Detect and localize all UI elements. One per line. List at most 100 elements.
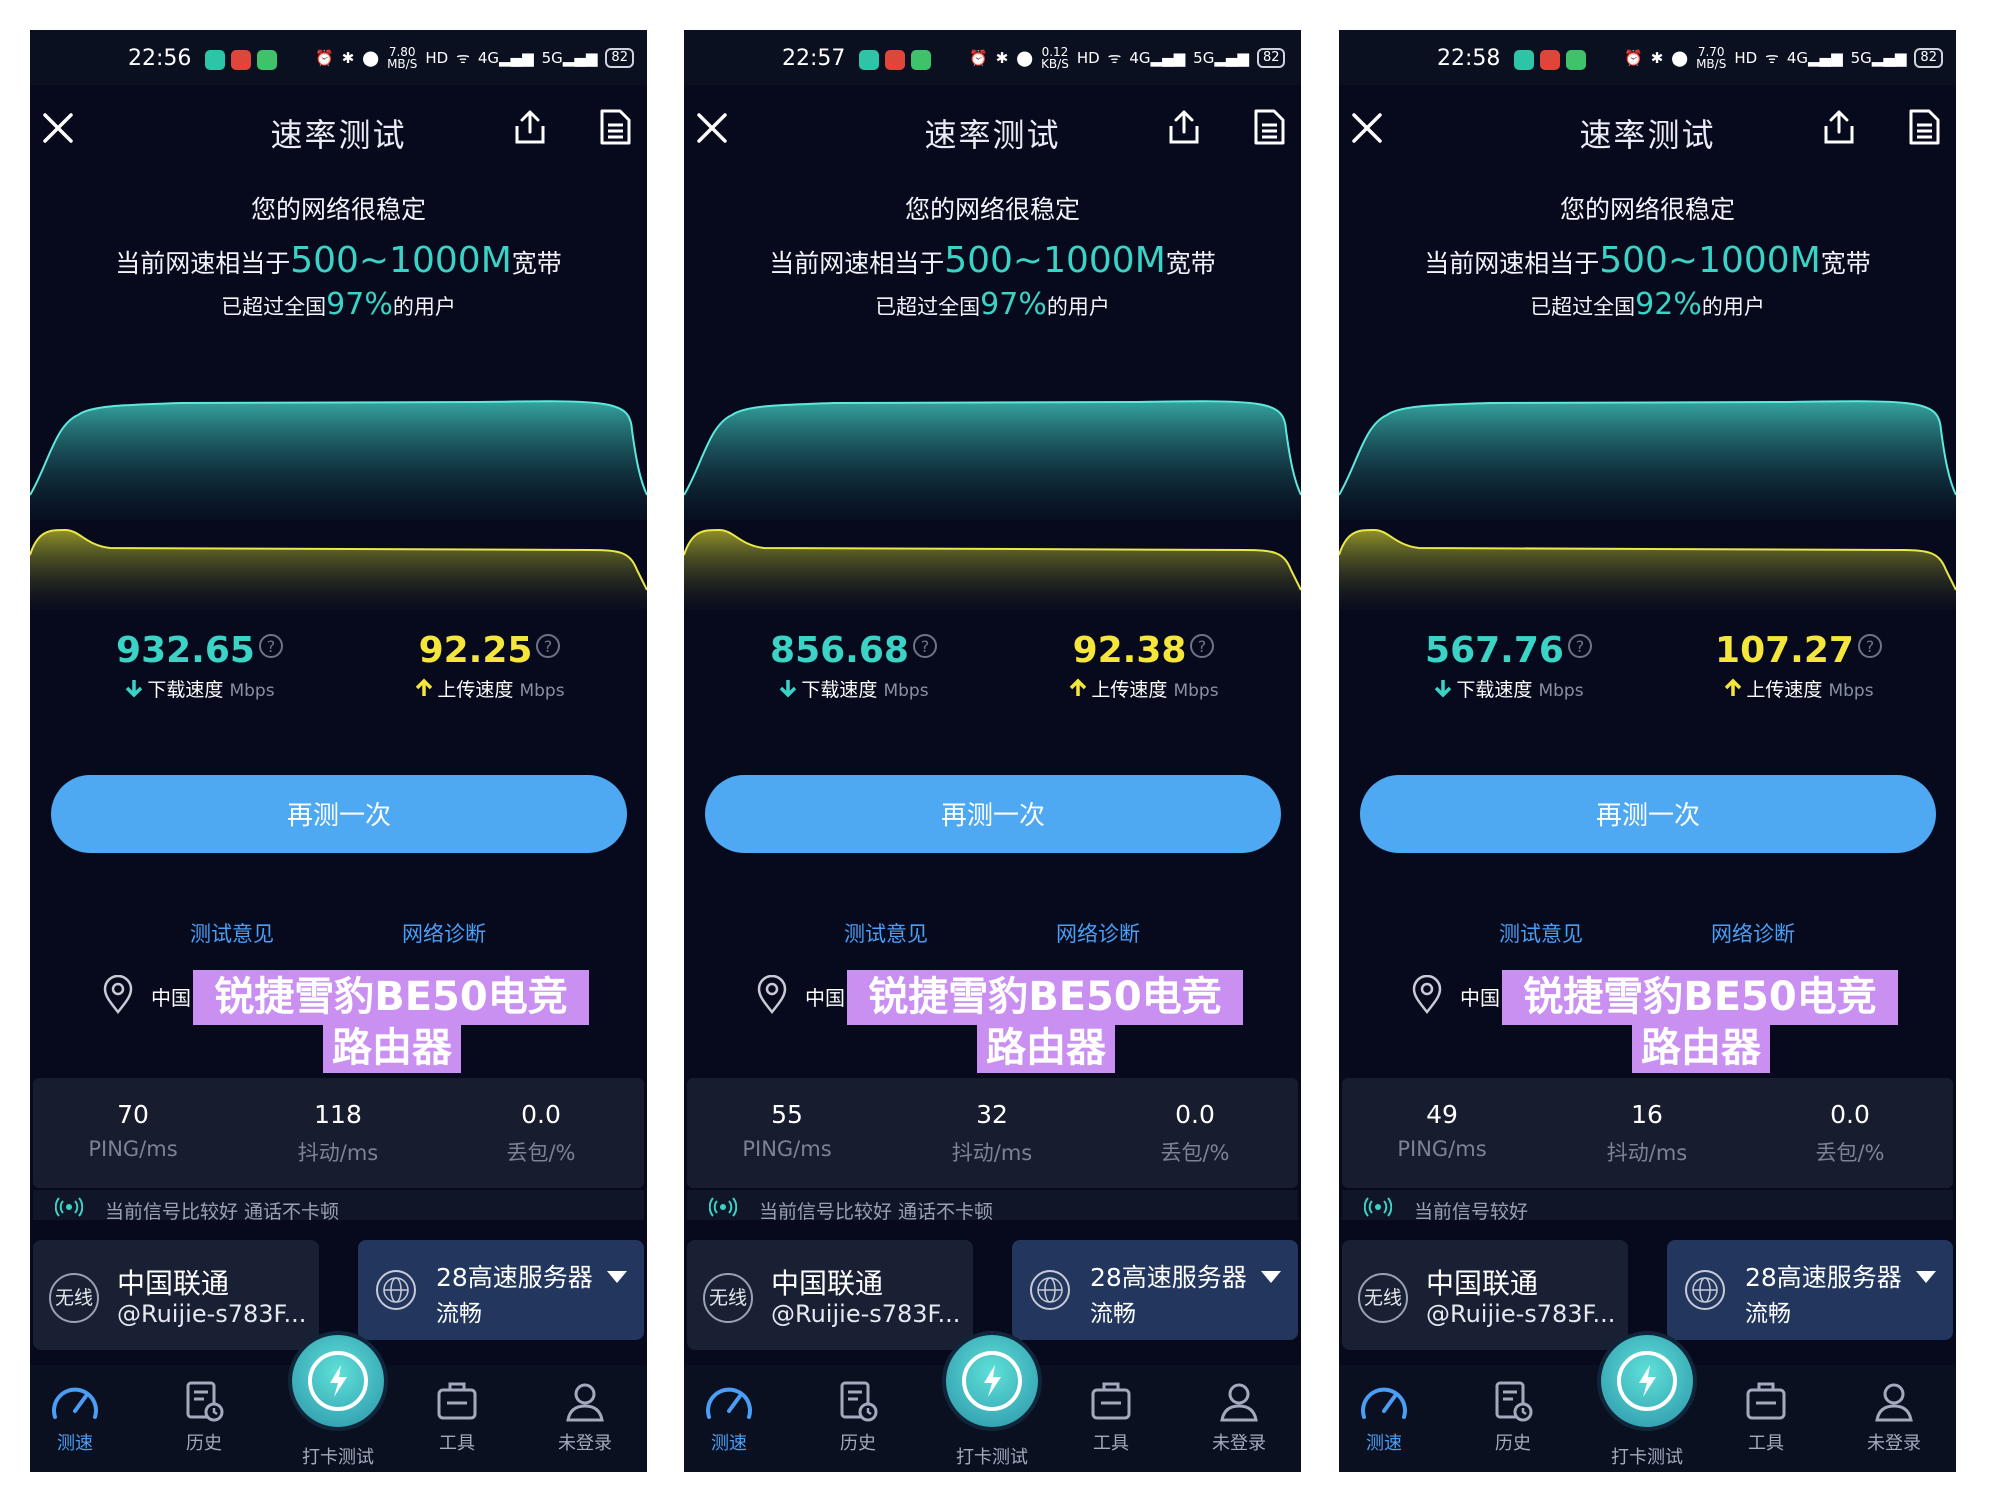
report-icon[interactable] — [1907, 108, 1941, 146]
status-indicators: ⏰ ✱ ⬤ 0.12 KB/S HD ᯤ 4G▂▄▆ 5G▂▄▆ 82 — [969, 46, 1286, 70]
test-feedback-link[interactable]: 测试意见 — [1499, 918, 1583, 948]
top-bar: 速率测试 — [1339, 88, 1956, 158]
page-title: 速率测试 — [270, 116, 407, 154]
bluetooth-icon: ✱ — [1650, 49, 1664, 67]
carrier-card[interactable]: 无线 中国联通 @Ruijie-s783F... — [687, 1240, 973, 1350]
help-icon[interactable]: ? — [535, 633, 561, 659]
location-country: 中国 — [1460, 986, 1500, 1010]
svg-text:?: ? — [544, 637, 553, 656]
alarm-icon: ⏰ — [969, 49, 988, 67]
percentile-text: 已超过全国92%的用户 — [1530, 287, 1765, 322]
test-feedback-link[interactable]: 测试意见 — [190, 918, 274, 948]
app-notification-icon — [885, 50, 905, 70]
packet-loss-metric: 0.0 丢包/% — [506, 1100, 576, 1165]
tab-speed-test[interactable]: 测速 — [684, 1379, 779, 1455]
tab-login[interactable]: 未登录 — [1844, 1379, 1944, 1455]
speed-graph — [1339, 400, 1956, 610]
svg-text:?: ? — [1576, 637, 1585, 656]
retest-button[interactable]: 再测一次 — [51, 775, 627, 853]
share-icon[interactable] — [1165, 108, 1203, 146]
tab-history[interactable]: 历史 — [808, 1379, 908, 1455]
net-speed: 7.70 MB/S — [1696, 45, 1727, 71]
speed-graph — [30, 400, 647, 610]
server-selector[interactable]: 28高速服务器 流畅 — [358, 1240, 644, 1340]
tab-history[interactable]: 历史 — [1463, 1379, 1563, 1455]
metrics-panel: 49 PING/ms 16 抖动/ms 0.0 丢包/% — [1342, 1078, 1953, 1188]
server-status: 流畅 — [1745, 1301, 1791, 1327]
wireless-badge: 无线 — [49, 1273, 99, 1323]
dropdown-triangle-icon[interactable] — [1260, 1270, 1282, 1284]
app-notification-icon — [859, 50, 879, 70]
bandwidth-equivalent: 当前网速相当于500~1000M宽带 — [769, 240, 1216, 281]
download-unit: Mbps — [883, 681, 929, 701]
checkin-test-button[interactable] — [946, 1335, 1038, 1427]
tab-login[interactable]: 未登录 — [1189, 1379, 1289, 1455]
router-caption-line1: 锐捷雪豹BE50电竞 — [847, 970, 1243, 1025]
percentile-text: 已超过全国97%的用户 — [221, 287, 456, 322]
help-icon[interactable]: ? — [258, 633, 284, 659]
signal-4g-icon: 4G▂▄▆ — [477, 49, 534, 67]
speed-graph — [684, 400, 1301, 610]
notification-icons — [205, 50, 277, 70]
download-result: 856.68? 下载速度 Mbps — [734, 630, 974, 702]
tab-tools[interactable]: 工具 — [1061, 1379, 1161, 1455]
checkin-test-button[interactable] — [1601, 1335, 1693, 1427]
location-country: 中国 — [805, 986, 845, 1010]
help-icon[interactable]: ? — [1857, 633, 1883, 659]
hd-icon: HD — [1076, 49, 1100, 67]
carrier-card[interactable]: 无线 中国联通 @Ruijie-s783F... — [33, 1240, 319, 1350]
test-feedback-link[interactable]: 测试意见 — [844, 918, 928, 948]
network-diagnosis-link[interactable]: 网络诊断 — [1711, 918, 1795, 948]
location-icon: ⬤ — [1671, 49, 1689, 67]
checkin-test-label: 打卡测试 — [302, 1447, 374, 1468]
carrier-name: 中国联通 — [771, 1267, 884, 1300]
share-icon[interactable] — [511, 108, 549, 146]
retest-button[interactable]: 再测一次 — [1360, 775, 1936, 853]
arrow-down-icon — [126, 680, 143, 698]
tab-speed-test[interactable]: 测速 — [30, 1379, 125, 1455]
tab-tools[interactable]: 工具 — [407, 1379, 507, 1455]
wifi-ssid: @Ruijie-s783F... — [1426, 1300, 1616, 1328]
network-diagnosis-link[interactable]: 网络诊断 — [1056, 918, 1140, 948]
user-icon — [566, 1383, 604, 1422]
tab-speed-test[interactable]: 测速 — [1339, 1379, 1434, 1455]
carrier-card[interactable]: 无线 中国联通 @Ruijie-s783F... — [1342, 1240, 1628, 1350]
tab-history[interactable]: 历史 — [154, 1379, 254, 1455]
toolbox-icon — [1091, 1382, 1131, 1420]
user-icon — [1220, 1383, 1258, 1422]
report-icon[interactable] — [598, 108, 632, 146]
server-selector[interactable]: 28高速服务器 流畅 — [1012, 1240, 1298, 1340]
help-icon[interactable]: ? — [1189, 633, 1215, 659]
top-bar: 速率测试 — [30, 88, 647, 158]
server-selector[interactable]: 28高速服务器 流畅 — [1667, 1240, 1953, 1340]
upload-curve — [684, 530, 1301, 610]
help-icon[interactable]: ? — [912, 633, 938, 659]
signal-4g-icon: 4G▂▄▆ — [1129, 49, 1186, 67]
network-diagnosis-link[interactable]: 网络诊断 — [402, 918, 486, 948]
app-notification-icon — [1540, 50, 1560, 70]
app-notification-icon — [1514, 50, 1534, 70]
speedtest-screen: 22:57 ⏰ ✱ ⬤ 0.12 KB/S HD ᯤ 4G▂▄▆ 5G▂▄▆ 82… — [684, 30, 1301, 1472]
result-summary: 您的网络很稳定 当前网速相当于500~1000M宽带 已超过全国97%的用户 — [684, 190, 1301, 322]
dropdown-triangle-icon[interactable] — [606, 1270, 628, 1284]
help-icon[interactable]: ? — [1567, 633, 1593, 659]
share-icon[interactable] — [1820, 108, 1858, 146]
jitter-metric: 118 抖动/ms — [297, 1100, 379, 1165]
location-icon: ⬤ — [362, 49, 380, 67]
router-caption-line1: 锐捷雪豹BE50电竞 — [193, 970, 589, 1025]
checkin-test-label: 打卡测试 — [956, 1447, 1028, 1468]
report-icon[interactable] — [1252, 108, 1286, 146]
alarm-icon: ⏰ — [315, 49, 334, 67]
carrier-name: 中国联通 — [117, 1267, 230, 1300]
wifi-ssid: @Ruijie-s783F... — [117, 1300, 307, 1328]
upload-result: 92.25? 上传速度 Mbps — [380, 630, 600, 702]
dropdown-triangle-icon[interactable] — [1915, 1270, 1937, 1284]
status-bar: 22:56 ⏰ ✱ ⬤ 7.80 MB/S HD ᯤ 4G▂▄▆ 5G▂▄▆ 82 — [30, 30, 647, 85]
retest-button[interactable]: 再测一次 — [705, 775, 1281, 853]
speedometer-icon — [52, 1387, 98, 1419]
tab-tools[interactable]: 工具 — [1716, 1379, 1816, 1455]
checkin-test-button[interactable] — [292, 1335, 384, 1427]
tab-login[interactable]: 未登录 — [535, 1379, 635, 1455]
packet-loss-metric: 0.0 丢包/% — [1160, 1100, 1230, 1165]
upload-speed-value: 92.38 — [1072, 630, 1187, 671]
